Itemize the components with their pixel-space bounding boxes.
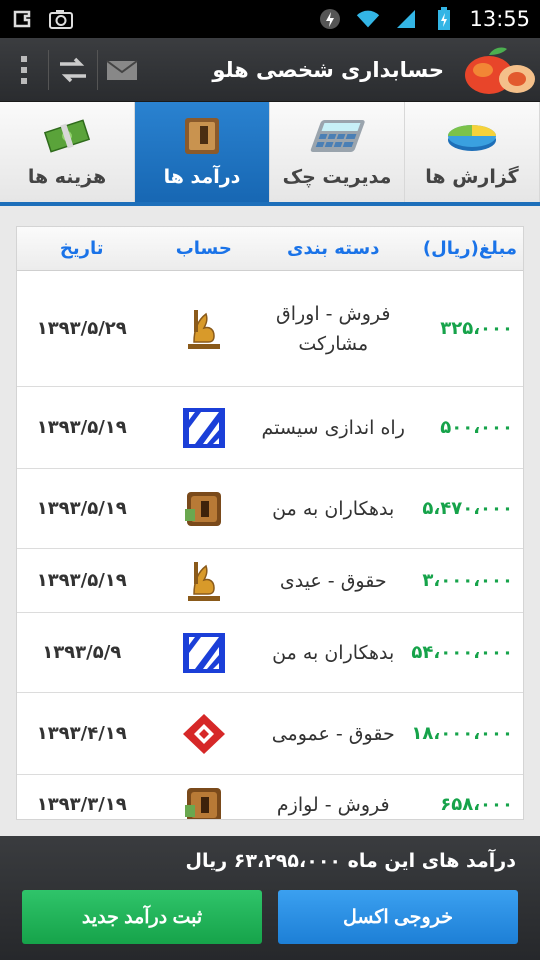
wallet-icon bbox=[172, 114, 232, 158]
tab-label: گزارش ها bbox=[425, 166, 519, 188]
envelope-icon bbox=[106, 59, 138, 80]
table-row[interactable]: ۱۳۹۳/۵/۲۹ فروش - اوراق مشارکت ۳۲۵،۰۰۰ bbox=[17, 271, 523, 387]
row-amount: ۵۰۰،۰۰۰ bbox=[440, 417, 513, 438]
row-amount: ۵،۴۷۰،۰۰۰ bbox=[422, 498, 513, 519]
row-category: بدهکاران به من bbox=[272, 497, 395, 520]
row-amount: ۳۲۵،۰۰۰ bbox=[440, 318, 513, 339]
app-title: حسابداری شخصی هلو bbox=[212, 57, 444, 82]
monthly-income-summary: درآمد های این ماه ۶۳،۲۹۵،۰۰۰ ریال bbox=[185, 850, 516, 872]
row-amount: ۳،۰۰۰،۰۰۰ bbox=[422, 570, 513, 591]
table-row[interactable]: ۱۳۹۳/۴/۱۹ حقوق - عمومی ۱۸،۰۰۰،۰۰۰ bbox=[17, 693, 523, 775]
table-header: تاریخ حساب دسته بندی مبلغ(ریال) bbox=[17, 227, 523, 271]
row-category: راه اندازی سیستم bbox=[261, 416, 405, 439]
wallet-icon bbox=[146, 489, 261, 529]
header-account[interactable]: حساب bbox=[146, 238, 261, 259]
bank-tejarat-icon bbox=[146, 406, 261, 450]
tab-label: هزینه ها bbox=[27, 166, 107, 188]
battery-saver-icon bbox=[317, 6, 343, 32]
messages-button[interactable] bbox=[98, 38, 146, 102]
battery-charging-icon bbox=[431, 6, 457, 32]
row-category: حقوق - عیدی bbox=[279, 569, 387, 592]
excel-export-button[interactable]: خروجی اکسل bbox=[278, 890, 518, 944]
wifi-icon bbox=[355, 6, 381, 32]
money-icon bbox=[37, 114, 97, 158]
table-row[interactable]: ۱۳۹۳/۵/۱۹ حقوق - عیدی ۳،۰۰۰،۰۰۰ bbox=[17, 549, 523, 613]
tab-expenses[interactable]: هزینه ها bbox=[0, 102, 135, 202]
row-date: ۱۳۹۳/۵/۱۹ bbox=[36, 417, 127, 438]
row-category: حقوق - عمومی bbox=[271, 722, 395, 745]
tab-bar: هزینه ها درآمد ها مدیریت چک گزارش ها bbox=[0, 102, 540, 206]
footer-bar: درآمد های این ماه ۶۳،۲۹۵،۰۰۰ ریال ثبت در… bbox=[0, 836, 540, 960]
row-category: بدهکاران به من bbox=[272, 641, 395, 664]
row-date: ۱۳۹۳/۵/۹ bbox=[42, 642, 122, 663]
wallet-icon bbox=[146, 785, 261, 819]
row-date: ۱۳۹۳/۵/۱۹ bbox=[36, 570, 127, 591]
peach-logo-icon bbox=[458, 38, 540, 102]
bank-mellat-icon bbox=[146, 712, 261, 756]
row-amount: ۵۴،۰۰۰،۰۰۰ bbox=[411, 642, 513, 663]
table-row[interactable]: ۱۳۹۳/۵/۱۹ بدهکاران به من ۵،۴۷۰،۰۰۰ bbox=[17, 469, 523, 549]
action-bar: حسابداری شخصی هلو bbox=[0, 38, 540, 102]
new-income-button[interactable]: ثبت درآمد جدید bbox=[22, 890, 262, 944]
overflow-menu-button[interactable] bbox=[0, 38, 48, 102]
sync-button[interactable] bbox=[49, 38, 97, 102]
tab-label: درآمد ها bbox=[163, 166, 241, 188]
row-date: ۱۳۹۳/۵/۲۹ bbox=[36, 318, 127, 339]
row-category: فروش - اوراق مشارکت bbox=[275, 302, 391, 355]
table-row[interactable]: ۱۳۹۳/۵/۹ بدهکاران به من ۵۴،۰۰۰،۰۰۰ bbox=[17, 613, 523, 693]
table-row[interactable]: ۱۳۹۳/۳/۱۹ فروش - لوازم ۶۵۸،۰۰۰ bbox=[17, 775, 523, 819]
row-category: فروش - لوازم bbox=[276, 793, 390, 816]
tab-reports[interactable]: گزارش ها bbox=[405, 102, 540, 202]
calculator-icon bbox=[307, 114, 367, 158]
table-body: ۱۳۹۳/۵/۲۹ فروش - اوراق مشارکت ۳۲۵،۰۰۰ ۱۳… bbox=[17, 271, 523, 819]
table-row[interactable]: ۱۳۹۳/۵/۱۹ راه اندازی سیستم ۵۰۰،۰۰۰ bbox=[17, 387, 523, 469]
header-amount[interactable]: مبلغ(ریال) bbox=[405, 238, 523, 259]
row-date: ۱۳۹۳/۳/۱۹ bbox=[36, 794, 127, 815]
row-amount: ۶۵۸،۰۰۰ bbox=[440, 794, 513, 815]
clock: 13:55 bbox=[469, 7, 530, 31]
status-bar: 13:55 bbox=[0, 0, 540, 38]
header-date[interactable]: تاریخ bbox=[17, 238, 146, 259]
pie-chart-icon bbox=[442, 114, 502, 158]
overflow-menu-icon bbox=[21, 55, 27, 84]
income-table: تاریخ حساب دسته بندی مبلغ(ریال) ۱۳۹۳/۵/۲… bbox=[16, 226, 524, 820]
app-notification-icon bbox=[10, 6, 36, 32]
bank-persepolis-icon bbox=[146, 306, 261, 352]
swap-arrows-icon bbox=[60, 57, 86, 82]
row-date: ۱۳۹۳/۴/۱۹ bbox=[36, 723, 127, 744]
tab-check-management[interactable]: مدیریت چک bbox=[270, 102, 405, 202]
tab-income[interactable]: درآمد ها bbox=[135, 102, 270, 202]
row-amount: ۱۸،۰۰۰،۰۰۰ bbox=[411, 723, 513, 744]
row-date: ۱۳۹۳/۵/۱۹ bbox=[36, 498, 127, 519]
tab-label: مدیریت چک bbox=[282, 166, 392, 188]
bank-tejarat-icon bbox=[146, 631, 261, 675]
bank-persepolis-icon bbox=[146, 558, 261, 604]
camera-icon bbox=[48, 6, 74, 32]
signal-icon bbox=[393, 6, 419, 32]
header-category[interactable]: دسته بندی bbox=[261, 238, 405, 259]
